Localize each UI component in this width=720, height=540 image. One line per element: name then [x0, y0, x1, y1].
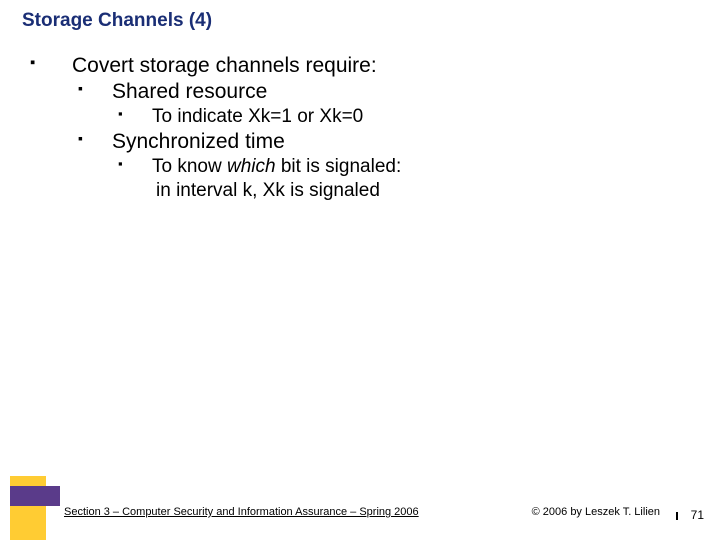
bullet-level3: ▪ To indicate Xk=1 or Xk=0: [24, 106, 684, 128]
bullet-text: Synchronized time: [112, 130, 285, 154]
bullet-level2: ▪ Shared resource: [24, 80, 684, 104]
bullet-text: Covert storage channels require:: [72, 54, 377, 78]
bullet-text: in interval k, Xk is signaled: [156, 180, 380, 202]
bullet-text: To indicate Xk=1 or Xk=0: [152, 106, 363, 128]
page-number: 71: [691, 508, 704, 522]
text-fragment: To know: [152, 156, 227, 177]
slide: Storage Channels (4) ▪ Covert storage ch…: [0, 0, 720, 540]
square-bullet-icon: ▪: [24, 54, 72, 71]
square-bullet-icon: ▪: [72, 80, 112, 96]
italic-word: which: [227, 156, 276, 177]
bullet-text: To know which bit is signaled:: [152, 156, 401, 178]
footer-copyright: © 2006 by Leszek T. Lilien: [532, 506, 660, 518]
square-bullet-icon: ▪: [112, 156, 152, 171]
text-fragment: bit is signaled:: [276, 156, 402, 177]
slide-title: Storage Channels (4): [22, 10, 212, 32]
bullet-text: Shared resource: [112, 80, 267, 104]
bullet-level3: ▪ To know which bit is signaled:: [24, 156, 684, 178]
decoration-purple-block: [10, 486, 60, 506]
content-body: ▪ Covert storage channels require: ▪ Sha…: [24, 54, 684, 204]
square-bullet-icon: ▪: [112, 106, 152, 121]
bullet-level2: ▪ Synchronized time: [24, 130, 684, 154]
square-bullet-icon: ▪: [72, 130, 112, 146]
footer-tick-mark: [676, 512, 678, 520]
bullet-level1: ▪ Covert storage channels require:: [24, 54, 684, 78]
footer-section-label: Section 3 – Computer Security and Inform…: [64, 506, 419, 518]
bullet-continuation: in interval k, Xk is signaled: [24, 180, 684, 202]
